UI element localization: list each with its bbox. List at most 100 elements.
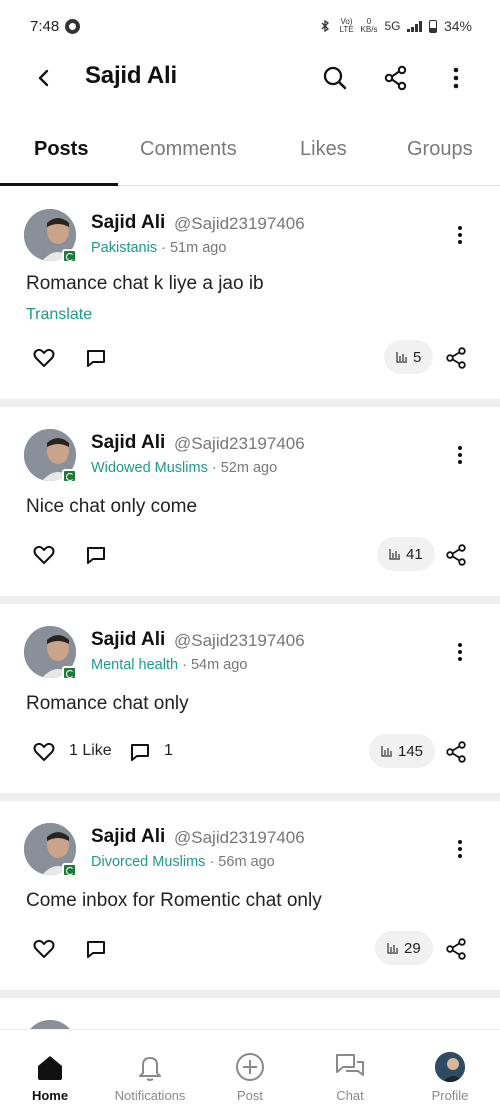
nav-profile-label: Profile [431, 1088, 469, 1103]
active-tab-indicator [0, 183, 118, 186]
post-group-link[interactable]: Pakistanis [91, 240, 157, 256]
nav-notifications[interactable]: Notifications [100, 1030, 200, 1111]
tab-comments[interactable]: Comments [140, 138, 237, 161]
search-button[interactable] [320, 63, 350, 93]
views-count: 5 [413, 348, 422, 366]
clock-text: 7:48 [30, 17, 60, 35]
status-time: 7:48 [30, 17, 81, 35]
comment-icon[interactable] [84, 346, 108, 370]
post-group-link[interactable]: Divorced Muslims [91, 854, 205, 870]
post-author-name[interactable]: Sajid Ali [91, 826, 165, 848]
views-badge[interactable]: 29 [375, 931, 433, 965]
post-card[interactable]: Sajid Ali @Sajid23197406 Widowed Muslims… [0, 407, 500, 596]
bottom-navigation: Home Notifications Post Chat Profile [0, 1029, 500, 1111]
like-count[interactable]: 1 Like [69, 742, 112, 760]
nav-post[interactable]: Post [200, 1030, 300, 1111]
post-meta: Pakistanis · 51m ago [91, 240, 226, 256]
post-card[interactable]: Sajid Ali @Sajid23197406 Pakistanis · 51… [0, 187, 500, 399]
more-vertical-icon [458, 226, 462, 244]
comment-count[interactable]: 1 [164, 742, 173, 760]
chevron-left-icon [38, 69, 49, 87]
post-actions: 5 [0, 340, 500, 376]
post-divider [0, 990, 500, 998]
post-time: · 51m ago [161, 240, 227, 256]
views-badge[interactable]: 5 [384, 340, 434, 374]
share-profile-button[interactable] [381, 63, 411, 93]
back-button[interactable] [30, 64, 58, 92]
heart-icon[interactable] [32, 543, 56, 567]
nav-chat-label: Chat [336, 1088, 364, 1103]
heart-icon[interactable] [32, 740, 56, 764]
tab-posts[interactable]: Posts [34, 138, 88, 161]
post-more-button[interactable] [448, 837, 472, 861]
nav-home[interactable]: Home [0, 1030, 100, 1111]
tab-groups[interactable]: Groups [407, 138, 473, 161]
post-card[interactable]: Sajid Ali @Sajid23197406 Divorced Muslim… [0, 801, 500, 990]
page-title: Sajid Ali [85, 62, 177, 89]
bell-icon [133, 1050, 167, 1084]
post-card[interactable]: Sajid Ali @Sajid23197406 Mental health ·… [0, 604, 500, 793]
post-group-link[interactable]: Mental health [91, 657, 178, 673]
post-author-name[interactable]: Sajid Ali [91, 212, 165, 234]
post-divider [0, 399, 500, 407]
post-text: Nice chat only come [26, 496, 198, 517]
profile-tabs: Posts Comments Likes Groups [0, 118, 500, 186]
post-more-button[interactable] [448, 223, 472, 247]
volte-indicator: Vo) LTE [339, 17, 354, 34]
post-actions: 29 [0, 931, 500, 967]
battery-icon [428, 19, 437, 33]
post-meta: Widowed Muslims · 52m ago [91, 460, 277, 476]
battery-percent: 34% [443, 18, 472, 34]
comment-icon[interactable] [84, 543, 108, 567]
post-text: Come inbox for Romentic chat only [26, 890, 322, 911]
post-more-button[interactable] [448, 443, 472, 467]
heart-icon[interactable] [32, 346, 56, 370]
nav-profile[interactable]: Profile [400, 1030, 500, 1111]
post-more-button[interactable] [448, 640, 472, 664]
app-header: Sajid Ali [0, 52, 500, 104]
post-actions: 1 Like 1 145 [0, 734, 500, 770]
post-time: · 56m ago [209, 854, 275, 870]
post-group-link[interactable]: Widowed Muslims [91, 460, 208, 476]
views-badge[interactable]: 145 [369, 734, 436, 768]
chat-bubbles-icon [333, 1050, 367, 1084]
share-icon[interactable] [444, 346, 468, 370]
share-icon[interactable] [444, 937, 468, 961]
heart-icon[interactable] [32, 937, 56, 961]
post-card[interactable] [0, 998, 500, 1029]
pakistan-flag-icon [62, 469, 77, 483]
more-vertical-icon [453, 67, 459, 89]
post-author-handle: @Sajid23197406 [174, 828, 305, 847]
more-options-button[interactable] [441, 63, 471, 93]
share-icon[interactable] [444, 740, 468, 764]
status-bar: 7:48 Vo) LTE 0 KB/s 5G 34% [0, 0, 500, 52]
post-time: · 52m ago [211, 460, 278, 476]
views-badge[interactable]: 41 [377, 537, 435, 571]
views-count: 29 [404, 939, 421, 957]
tab-likes[interactable]: Likes [300, 138, 347, 161]
post-text: Romance chat only [26, 693, 189, 714]
status-indicators: Vo) LTE 0 KB/s 5G 34% [318, 18, 472, 34]
share-icon[interactable] [444, 543, 468, 567]
bar-chart-icon [389, 549, 400, 560]
views-count: 145 [398, 742, 424, 760]
post-meta: Mental health · 54m ago [91, 657, 247, 673]
more-vertical-icon [458, 840, 462, 858]
post-meta: Divorced Muslims · 56m ago [91, 854, 275, 870]
home-icon [33, 1050, 67, 1084]
post-author-handle: @Sajid23197406 [174, 214, 305, 233]
more-vertical-icon [458, 446, 462, 464]
comment-icon[interactable] [128, 740, 152, 764]
post-author-name[interactable]: Sajid Ali [91, 629, 165, 651]
pakistan-flag-icon [62, 249, 77, 263]
avatar[interactable] [24, 1020, 76, 1029]
signal-icon [407, 20, 422, 32]
post-author-handle: @Sajid23197406 [174, 434, 305, 453]
nav-chat[interactable]: Chat [300, 1030, 400, 1111]
comment-icon[interactable] [84, 937, 108, 961]
whatsapp-notification-icon [65, 18, 81, 34]
translate-link[interactable]: Translate [26, 306, 92, 324]
post-author-name[interactable]: Sajid Ali [91, 432, 165, 454]
plus-circle-icon [233, 1050, 267, 1084]
views-count: 41 [406, 545, 423, 563]
